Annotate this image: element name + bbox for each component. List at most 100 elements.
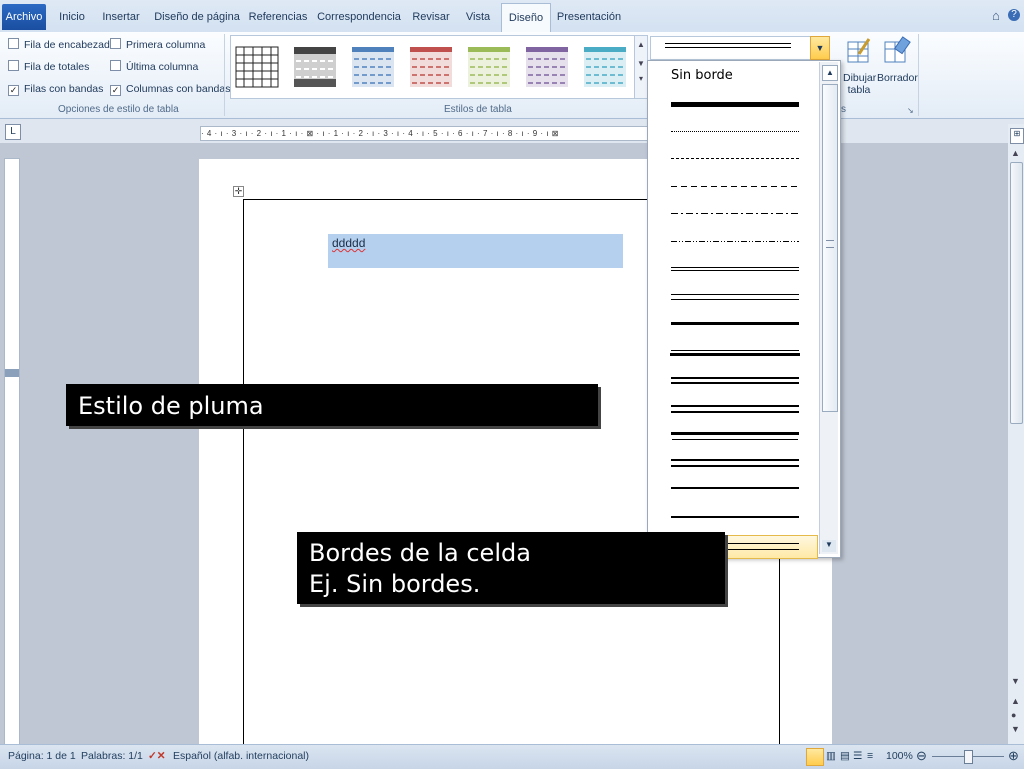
checkbox-box-checked[interactable]: ✓: [8, 85, 19, 96]
chevron-down-icon[interactable]: ▼: [1011, 676, 1020, 686]
callout-pen-style-text: Estilo de pluma: [78, 392, 264, 420]
zoom-in-icon[interactable]: ⊕: [1008, 748, 1019, 764]
menu-item-thin-thick-medium-line[interactable]: [671, 432, 799, 435]
chevron-up-icon[interactable]: ▲: [1011, 148, 1020, 158]
gallery-scroll[interactable]: ▲ ▼ ▾: [634, 35, 648, 99]
menu-item-thick-thin-large-line[interactable]: [671, 487, 799, 489]
chevron-up-icon[interactable]: ▲: [635, 40, 647, 49]
scrollbar-thumb[interactable]: [822, 84, 838, 412]
web-layout-view-icon[interactable]: ▤: [840, 750, 850, 762]
checkbox-box[interactable]: [8, 60, 19, 71]
dialog-launcher-icon[interactable]: ↘: [907, 106, 914, 115]
menu-item-dashed-line[interactable]: [671, 186, 799, 187]
fila-encabezado-checkbox[interactable]: Fila de encabezado: [8, 38, 116, 51]
tab-referencias[interactable]: Referencias: [248, 6, 308, 28]
ruler-margin-marker[interactable]: [5, 369, 19, 377]
checkbox-box[interactable]: [8, 38, 19, 49]
draw-table-button[interactable]: Dibujar tabla: [843, 72, 876, 96]
pen-menu-scrollbar[interactable]: ▲ ▼: [819, 62, 838, 554]
language-indicator[interactable]: Español (alfab. internacional): [173, 750, 309, 762]
tab-selector-icon[interactable]: L: [5, 124, 21, 140]
table-style-thumb[interactable]: [583, 46, 627, 88]
more-icon[interactable]: ▾: [635, 74, 647, 83]
tab-archivo[interactable]: Archivo: [2, 4, 46, 30]
menu-item-triple-line[interactable]: [671, 377, 799, 384]
browse-object-icon[interactable]: ●: [1011, 710, 1016, 720]
grip-icon: [826, 240, 834, 248]
view-ruler-icon[interactable]: ⊞: [1010, 128, 1024, 144]
chevron-down-icon[interactable]: ▼: [822, 540, 836, 552]
menu-item-thick-line[interactable]: [671, 102, 799, 107]
table-style-thumb[interactable]: [351, 46, 395, 88]
outline-view-icon[interactable]: ☰: [853, 750, 862, 762]
vertical-scrollbar[interactable]: ⊞ ▲ ▼ ▲ ● ▼: [1008, 124, 1024, 744]
menu-item-thick-thin-line[interactable]: [671, 322, 799, 325]
proofing-icon[interactable]: ✓✕: [148, 750, 166, 762]
vertical-ruler[interactable]: [4, 158, 20, 746]
tab-presentacion[interactable]: Presentación: [554, 6, 624, 28]
draw-table-icon[interactable]: [845, 36, 875, 66]
horizontal-ruler[interactable]: · 4 · ı · 3 · ı · 2 · ı · 1 · ı · ⊠ · ı …: [200, 126, 650, 141]
word-count[interactable]: Palabras: 1/1: [81, 750, 143, 762]
draw-table-label-2: tabla: [847, 84, 871, 96]
zoom-level[interactable]: 100%: [886, 750, 913, 762]
fila-totales-checkbox[interactable]: Fila de totales: [8, 60, 89, 73]
checkbox-box[interactable]: [110, 38, 121, 49]
primera-columna-checkbox[interactable]: Primera columna: [110, 38, 205, 51]
status-bar: Página: 1 de 1 Palabras: 1/1 ✓✕ Español …: [0, 744, 1024, 769]
print-layout-view-icon[interactable]: [806, 748, 824, 766]
menu-item-thin-thick-line[interactable]: [671, 350, 799, 351]
tab-diseno-pagina[interactable]: Diseño de página: [152, 6, 242, 28]
chevron-up-icon[interactable]: ▲: [822, 65, 838, 81]
help-icon[interactable]: ?: [1008, 9, 1020, 21]
menu-item-dash-dot-line[interactable]: [671, 213, 799, 214]
table-style-thumb[interactable]: [525, 46, 569, 88]
checkbox-box-checked[interactable]: ✓: [110, 85, 121, 96]
eraser-button[interactable]: Borrador: [877, 72, 918, 84]
menu-item-thin-thick-thin-line[interactable]: [671, 459, 799, 467]
menu-item-thick-thin-medium-line[interactable]: [671, 405, 799, 407]
pen-style-selector[interactable]: [650, 36, 812, 60]
menu-item-sin-borde[interactable]: Sin borde: [671, 68, 733, 83]
zoom-out-icon[interactable]: ⊖: [916, 748, 927, 764]
table-style-thumb[interactable]: [235, 46, 279, 88]
tab-vista[interactable]: Vista: [460, 6, 496, 28]
table-style-thumb[interactable]: [293, 46, 337, 88]
chevron-down-icon[interactable]: ▼: [635, 59, 647, 68]
chevron-down-icon[interactable]: ▼: [816, 43, 825, 53]
checkbox-box[interactable]: [110, 60, 121, 71]
filas-bandas-checkbox[interactable]: ✓ Filas con bandas: [8, 83, 103, 96]
menu-item-double-spaced-line[interactable]: [671, 294, 799, 300]
scrollbar-thumb[interactable]: [1010, 162, 1023, 424]
eraser-icon[interactable]: [882, 36, 912, 66]
checkbox-label: Fila de encabezado: [24, 39, 116, 51]
columnas-bandas-checkbox[interactable]: ✓ Columnas con bandas: [110, 83, 230, 96]
page-count[interactable]: Página: 1 de 1: [8, 750, 76, 762]
menu-item-dash-dot-dot-line[interactable]: [671, 241, 799, 242]
ribbon-tab-bar: Archivo Inicio Insertar Diseño de página…: [0, 0, 1024, 33]
pen-style-dropdown-button[interactable]: ▼: [810, 36, 830, 60]
checkbox-label: Columnas con bandas: [126, 83, 231, 95]
previous-page-icon[interactable]: ▲: [1011, 696, 1020, 706]
menu-item-double-line[interactable]: [671, 267, 799, 271]
menu-item-dotted-line[interactable]: [671, 131, 799, 132]
table-move-handle-icon[interactable]: ✛: [233, 186, 244, 197]
tab-revisar[interactable]: Revisar: [408, 6, 454, 28]
ruler-marks: · 4 · ı · 3 · ı · 2 · ı · 1 · ı · ⊠ · ı …: [201, 129, 559, 138]
full-screen-view-icon[interactable]: ▥: [826, 750, 836, 762]
table-cell-selected[interactable]: ddddd: [328, 234, 623, 268]
menu-item-thin-thick-large-line[interactable]: [671, 516, 799, 518]
table-style-thumb[interactable]: [409, 46, 453, 88]
table-styles-gallery: [230, 35, 636, 99]
minimize-ribbon-icon[interactable]: ⌂: [992, 8, 1000, 23]
tab-correspondencia[interactable]: Correspondencia: [316, 6, 402, 28]
next-page-icon[interactable]: ▼: [1011, 724, 1020, 734]
tab-insertar[interactable]: Insertar: [96, 6, 146, 28]
tab-inicio[interactable]: Inicio: [52, 6, 92, 28]
draft-view-icon[interactable]: ≡: [867, 750, 873, 762]
ultima-columna-checkbox[interactable]: Última columna: [110, 60, 198, 73]
tab-diseno[interactable]: Diseño: [501, 3, 551, 32]
table-style-thumb[interactable]: [467, 46, 511, 88]
menu-item-dashed-fine-line[interactable]: [671, 158, 799, 159]
zoom-slider-thumb[interactable]: [964, 750, 973, 764]
